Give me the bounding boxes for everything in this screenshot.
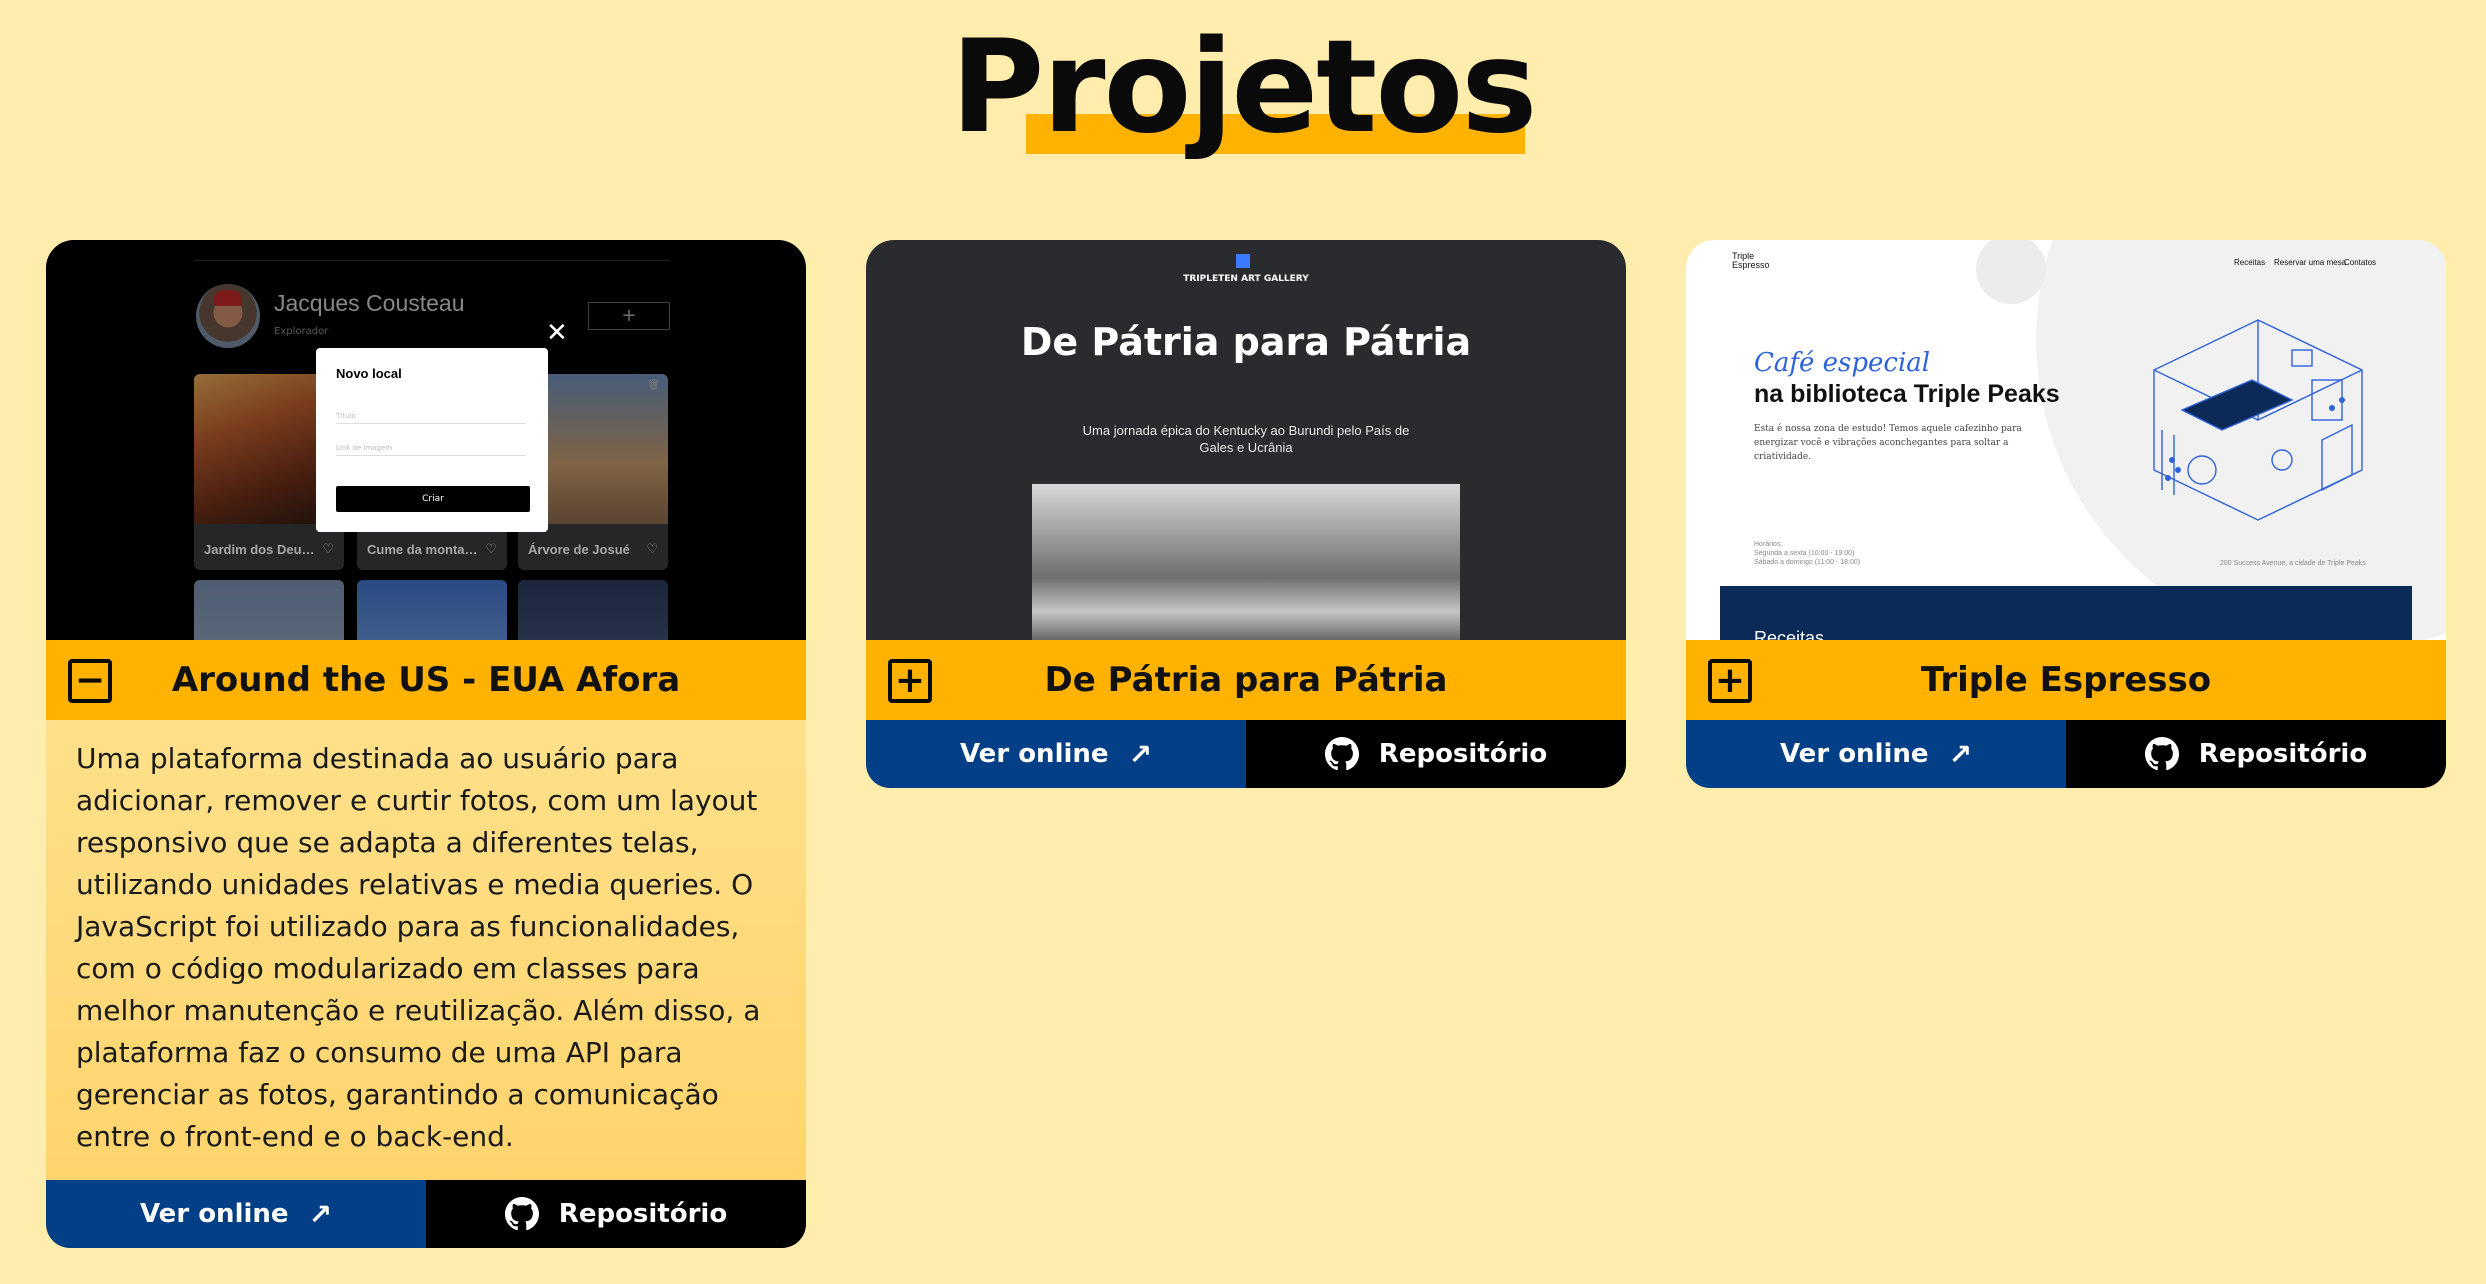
project-description: Uma plataforma destinada ao usuário para…: [46, 720, 806, 1180]
project-preview-image: TRIPLETEN ART GALLERY De Pátria para Pát…: [866, 240, 1626, 640]
cafe-isometric-illustration: [2153, 319, 2363, 521]
view-online-button[interactable]: Ver online ↗: [1686, 720, 2066, 788]
preview-create-button: Criar: [336, 486, 530, 512]
preview-hours: Horários: Segunda a sexta (10:00 - 19:00…: [1754, 540, 1860, 567]
repository-label: Repositório: [558, 1199, 728, 1229]
project-preview-image: Jacques Cousteau Explorador + 🗑Jardim do…: [46, 240, 806, 640]
preview-section-title: Receitas: [1754, 628, 1825, 640]
repository-label: Repositório: [1378, 739, 1548, 769]
preview-gallery-name: TRIPLETEN ART GALLERY: [1183, 274, 1309, 284]
preview-hours-title: Horários:: [1754, 541, 1783, 548]
github-icon: [504, 1197, 539, 1231]
project-name: De Pátria para Pátria: [1044, 660, 1448, 700]
close-icon: ✕: [546, 318, 568, 348]
project-title-bar[interactable]: − Around the US - EUA Afora: [46, 640, 806, 720]
preview-intro-text: Esta é nossa zona de estudo! Temos aquel…: [1754, 424, 2022, 462]
project-name: Around the US - EUA Afora: [171, 660, 681, 700]
project-card-triple-espresso: Triple Espresso Receitas Reservar uma me…: [1686, 240, 2446, 788]
project-links: Ver online ↗ Repositório: [1686, 720, 2446, 788]
preview-address: 200 Success Avenue, a cidade de Triple P…: [2220, 560, 2366, 567]
preview-headline-bold: na biblioteca Triple Peaks: [1754, 380, 2060, 408]
project-preview-image: Triple Espresso Receitas Reservar uma me…: [1686, 240, 2446, 640]
preview-nav-item: Receitas: [2234, 258, 2266, 267]
view-online-label: Ver online: [139, 1199, 289, 1229]
project-card-around-us: Jacques Cousteau Explorador + 🗑Jardim do…: [46, 240, 806, 1248]
preview-nav-item: Reservar uma mesa: [2274, 258, 2347, 267]
arrow-up-right-icon: ↗: [1128, 737, 1153, 771]
plus-square-icon[interactable]: +: [1708, 659, 1752, 703]
preview-modal: Novo local Título Link de imagem Criar: [316, 348, 548, 532]
preview-landscape-photo: [1032, 484, 1460, 640]
page-title: Projetos: [950, 13, 1538, 162]
plus-square-icon[interactable]: +: [888, 659, 932, 703]
preview-hours-weekday: Segunda a sexta (10:00 - 19:00): [1754, 550, 1855, 557]
preview-hero-title: De Pátria para Pátria: [1020, 320, 1472, 364]
preview-brand: Triple Espresso: [1732, 251, 1770, 270]
preview-hero-subtitle: Uma jornada épica do Kentucky ao Burundi…: [1082, 423, 1410, 455]
arrow-up-right-icon: ↗: [1948, 737, 1973, 771]
repository-button[interactable]: Repositório: [426, 1180, 806, 1248]
preview-nav-item: Contatos: [2344, 258, 2377, 267]
section-header: Projetos: [0, 0, 2486, 170]
preview-hours-weekend: Sábado a domingo (11:00 - 18:00): [1754, 559, 1861, 566]
preview-title-field: Título: [336, 412, 526, 424]
repository-label: Repositório: [2198, 739, 2368, 769]
view-online-label: Ver online: [959, 739, 1109, 769]
project-title-bar[interactable]: + Triple Espresso: [1686, 640, 2446, 720]
view-online-button[interactable]: Ver online ↗: [46, 1180, 426, 1248]
preview-modal-title: Novo local: [336, 366, 402, 381]
project-name: Triple Espresso: [1920, 660, 2212, 700]
repository-button[interactable]: Repositório: [1246, 720, 1626, 788]
preview-headline-italic: Café especial: [1754, 348, 1931, 378]
github-icon: [2144, 737, 2179, 771]
gallery-logo-icon: [1236, 254, 1250, 268]
project-title-bar[interactable]: + De Pátria para Pátria: [866, 640, 1626, 720]
arrow-up-right-icon: ↗: [308, 1197, 333, 1231]
project-links: Ver online ↗ Repositório: [46, 1180, 806, 1248]
minus-square-icon[interactable]: −: [68, 659, 112, 703]
project-links: Ver online ↗ Repositório: [866, 720, 1626, 788]
repository-button[interactable]: Repositório: [2066, 720, 2446, 788]
view-online-label: Ver online: [1779, 739, 1929, 769]
github-icon: [1324, 737, 1359, 771]
project-card-de-patria: TRIPLETEN ART GALLERY De Pátria para Pát…: [866, 240, 1626, 788]
preview-link-field: Link de imagem: [336, 444, 526, 456]
view-online-button[interactable]: Ver online ↗: [866, 720, 1246, 788]
